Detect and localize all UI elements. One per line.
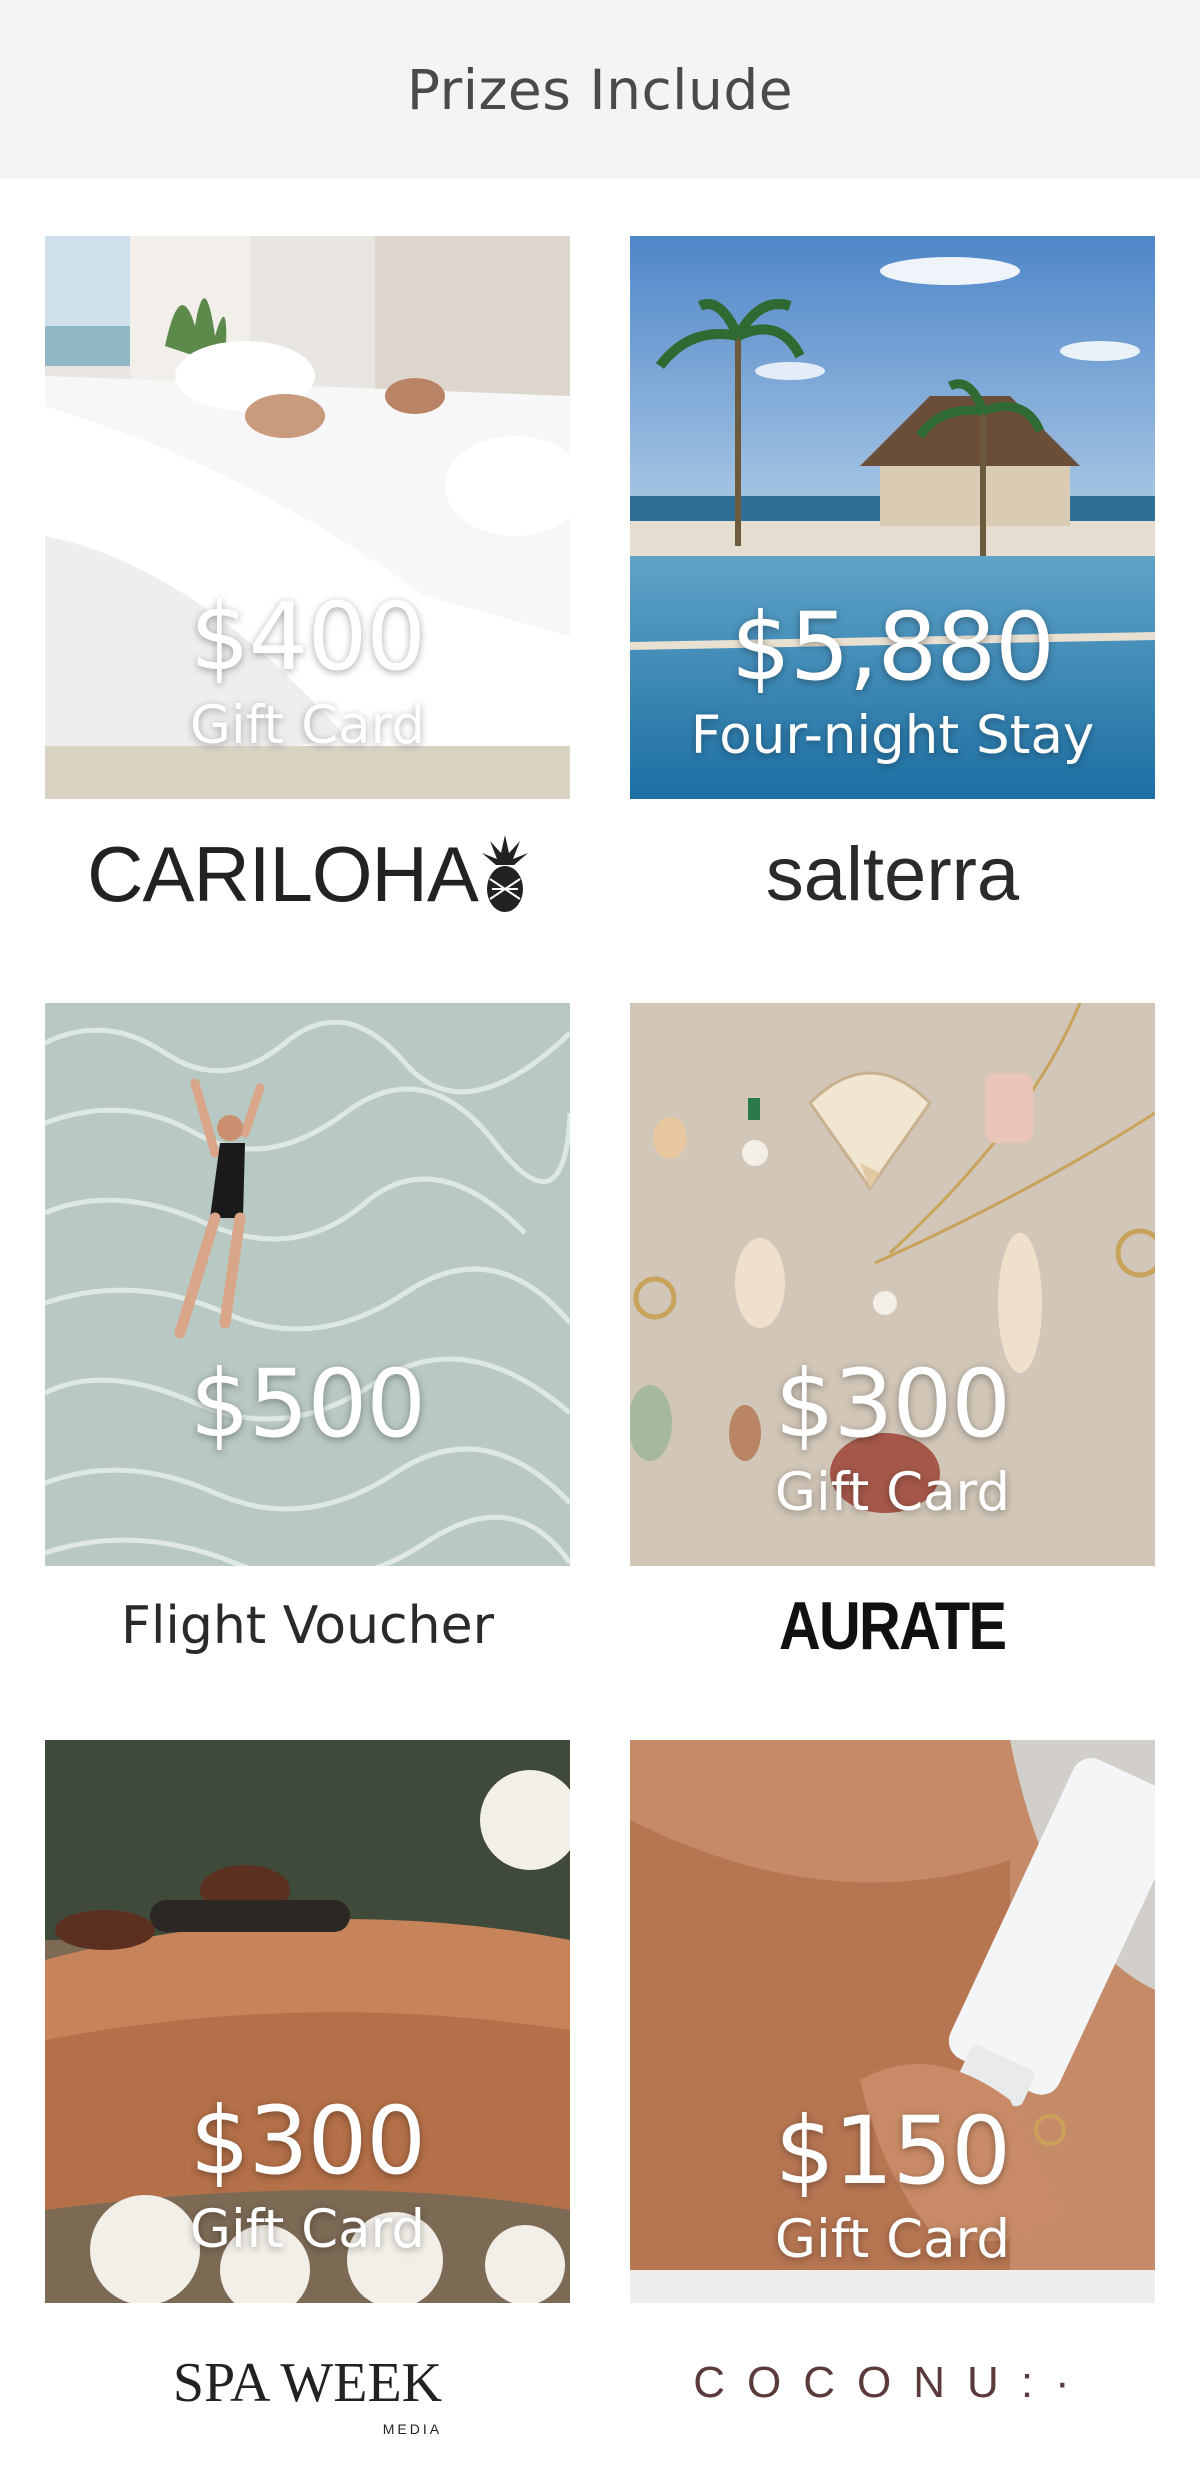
prize-description: Gift Card: [774, 1462, 1011, 1523]
prizes-header: Prizes Include: [0, 0, 1200, 179]
prize-card-flight-voucher[interactable]: $500 Flight Voucher: [45, 1003, 570, 1656]
brand-logo-flight-voucher: Flight Voucher: [45, 1566, 570, 1686]
brand-logo-aurate: AURATE: [630, 1566, 1155, 1686]
brand-logo-salterra: salterra: [630, 814, 1155, 934]
prize-image-swimmer: $500: [45, 1003, 570, 1566]
prize-amount: $400: [189, 583, 426, 692]
prize-card-cariloha[interactable]: $400 Gift Card CARILOHA: [45, 236, 570, 918]
brand-suffix: :·: [1020, 2358, 1092, 2407]
brand-logo-coconu: COCONU :·: [630, 2323, 1155, 2443]
brand-name-wrapper: SPA WEEK MEDIA: [172, 2351, 443, 2437]
prize-amount: $300: [189, 2087, 426, 2196]
brand-name: CARILOHA: [87, 829, 479, 918]
prize-image-jewelry: $300 Gift Card: [630, 1003, 1155, 1566]
prize-description: Gift Card: [774, 2209, 1011, 2270]
prize-description: Four-night Stay: [690, 705, 1095, 766]
swimmer-photo: [45, 1003, 570, 1566]
page-title: Prizes Include: [406, 57, 794, 122]
brand-name: SPA WEEK: [172, 2352, 443, 2414]
prize-image-bedding: $400 Gift Card: [45, 236, 570, 799]
prize-description: Gift Card: [189, 695, 426, 756]
brand-subname: MEDIA: [382, 2421, 443, 2437]
brand-name: Flight Voucher: [121, 1596, 494, 1656]
pineapple-icon: [481, 835, 528, 912]
brand-logo-spa-week: SPA WEEK MEDIA: [45, 2323, 570, 2443]
prize-image-lotion: $150 Gift Card: [630, 1740, 1155, 2303]
brand-name: salterra: [765, 831, 1020, 917]
prize-amount: $300: [774, 1350, 1011, 1459]
prize-image-resort: $5,880 Four-night Stay: [630, 236, 1155, 799]
prize-card-salterra[interactable]: $5,880 Four-night Stay salterra: [630, 236, 1155, 917]
prize-image-massage: $300 Gift Card: [45, 1740, 570, 2303]
prize-amount: $5,880: [731, 593, 1055, 702]
prize-amount: $500: [189, 1350, 426, 1459]
prize-card-coconu[interactable]: $150 Gift Card COCONU :·: [630, 1740, 1155, 2407]
brand-logo-cariloha: CARILOHA: [45, 814, 570, 934]
prize-card-aurate[interactable]: $300 Gift Card AURATE: [630, 1003, 1155, 1664]
prize-amount: $150: [774, 2097, 1011, 2206]
prize-description: Gift Card: [189, 2199, 426, 2260]
brand-name: COCONU: [693, 2358, 1021, 2407]
brand-name: AURATE: [779, 1588, 1007, 1664]
prize-card-spa-week[interactable]: $300 Gift Card SPA WEEK MEDIA: [45, 1740, 570, 2437]
